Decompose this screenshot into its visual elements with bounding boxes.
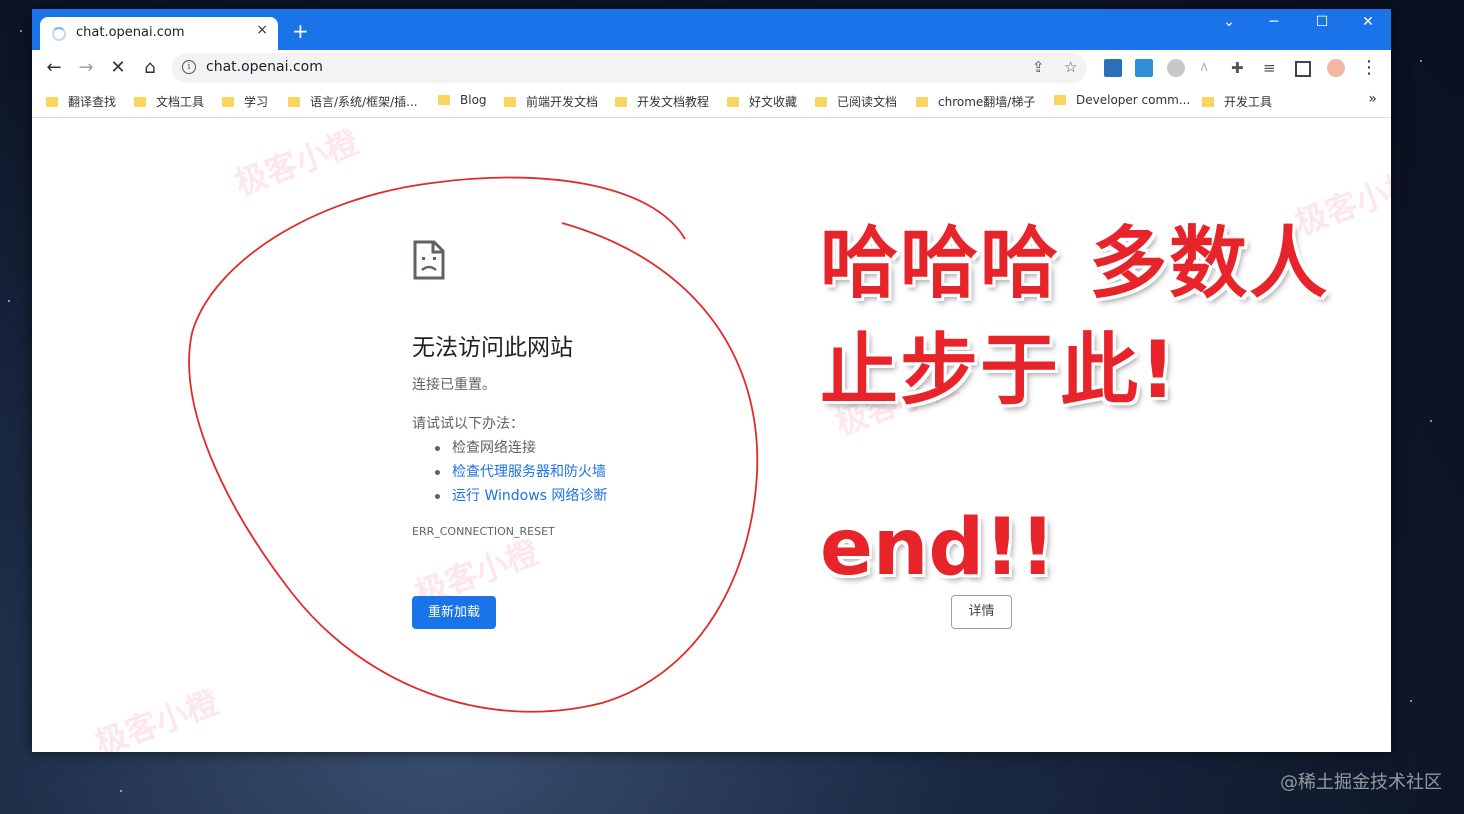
folder-icon (1054, 95, 1066, 105)
bookmark-label: 已阅读文档 (837, 95, 898, 109)
bookmark-label: Developer comm... (1076, 93, 1191, 107)
close-window-button[interactable]: ✕ (1353, 14, 1383, 30)
bookmark-item[interactable]: 翻译查找 (46, 93, 116, 110)
site-info-icon[interactable]: i (182, 60, 196, 74)
maximize-button[interactable]: ☐ (1307, 14, 1337, 30)
bookmark-item[interactable]: 已阅读文档 (815, 93, 897, 110)
bookmark-item[interactable]: 语言/系统/框架/插... (288, 93, 418, 110)
reading-list-icon[interactable]: ≡ (1263, 59, 1281, 77)
bookmark-label: 好文收藏 (749, 95, 798, 109)
credit-watermark: @稀土掘金技术社区 (1280, 772, 1442, 793)
url-text[interactable]: chat.openai.com (206, 59, 323, 75)
tab-search-dropdown-icon[interactable]: ⌄ (1214, 14, 1244, 30)
forward-button[interactable]: → (74, 57, 98, 78)
share-icon[interactable]: ⇪ (1032, 58, 1045, 76)
bookmark-label: 语言/系统/框架/插... (310, 95, 418, 109)
bookmarks-bar: » 翻译查找 文档工具 学习 语言/系统/框架/插... Blog 前端开发文档 开发文档教… (32, 86, 1391, 118)
minimize-button[interactable]: ─ (1259, 14, 1289, 30)
bookmark-label: 学习 (244, 95, 269, 109)
bookmark-item[interactable]: 前端开发文档 (504, 93, 598, 110)
extensions-puzzle-icon[interactable]: ✚ (1231, 59, 1249, 77)
bookmark-label: 前端开发文档 (526, 95, 599, 109)
folder-icon (288, 97, 300, 107)
stop-button[interactable]: ✕ (106, 57, 130, 78)
folder-icon (1202, 97, 1214, 107)
annotation-line1: 哈哈哈 多数人 (820, 219, 1330, 309)
annotation-line2: 止步于此! (820, 326, 1178, 416)
home-button[interactable]: ⌂ (138, 57, 162, 78)
toolbar: ← → ✕ ⌂ i chat.openai.com ⇪ ☆ ∧ ✚ ≡ ⋮ (32, 50, 1391, 86)
bookmark-item[interactable]: chrome翻墙/梯子 (916, 93, 1035, 110)
tab-close-icon[interactable]: × (256, 22, 268, 38)
extension-a-icon[interactable]: ∧ (1199, 59, 1217, 77)
folder-icon (46, 97, 58, 107)
folder-icon (615, 97, 627, 107)
folder-icon (815, 97, 827, 107)
bookmark-label: chrome翻墙/梯子 (938, 95, 1036, 109)
bookmark-label: 开发文档教程 (637, 95, 710, 109)
folder-icon (134, 97, 146, 107)
bookmark-item[interactable]: Blog (438, 93, 487, 107)
loading-spinner-icon (52, 27, 66, 41)
bookmark-label: 开发工具 (1224, 95, 1273, 109)
address-bar[interactable]: i chat.openai.com ⇪ ☆ (172, 53, 1087, 83)
bookmark-item[interactable]: 学习 (222, 93, 268, 110)
side-panel-icon[interactable] (1295, 61, 1311, 77)
tab-title: chat.openai.com (76, 25, 185, 40)
extension-download-icon[interactable] (1135, 59, 1153, 77)
bookmark-item[interactable]: 文档工具 (134, 93, 204, 110)
new-tab-button[interactable]: + (292, 19, 309, 43)
profile-avatar[interactable] (1327, 59, 1345, 77)
folder-icon (727, 97, 739, 107)
details-button[interactable]: 详情 (951, 595, 1012, 629)
annotation-line3: end!! (820, 503, 1056, 593)
error-page: 极客小橙 极客小橙 极客小橙 极客小橙 极客小橙 无法访问此网站 连接已重置。 … (32, 118, 1391, 752)
bookmark-star-icon[interactable]: ☆ (1064, 58, 1077, 76)
browser-window: chat.openai.com × + ⌄ ─ ☐ ✕ ← → ✕ ⌂ i ch… (32, 9, 1391, 752)
extension-s-icon[interactable] (1104, 59, 1122, 77)
back-button[interactable]: ← (42, 57, 66, 78)
folder-icon (504, 97, 516, 107)
folder-icon (916, 97, 928, 107)
bookmark-item[interactable]: 开发文档教程 (615, 93, 709, 110)
folder-icon (222, 97, 234, 107)
bookmark-label: Blog (460, 93, 487, 107)
bookmarks-more-icon[interactable]: » (1368, 91, 1377, 107)
folder-icon (438, 95, 450, 105)
bookmark-item[interactable]: Developer comm... (1054, 93, 1190, 107)
bookmark-label: 翻译查找 (68, 95, 117, 109)
title-bar: chat.openai.com × + ⌄ ─ ☐ ✕ (32, 9, 1391, 50)
tab-chat-openai[interactable]: chat.openai.com × (40, 17, 278, 50)
menu-icon[interactable]: ⋮ (1357, 57, 1381, 78)
bookmark-item[interactable]: 好文收藏 (727, 93, 797, 110)
bookmark-item[interactable]: 开发工具 (1202, 93, 1272, 110)
extension-shield-icon[interactable] (1167, 59, 1185, 77)
red-circle-annotation (188, 176, 759, 713)
bookmark-label: 文档工具 (156, 95, 205, 109)
